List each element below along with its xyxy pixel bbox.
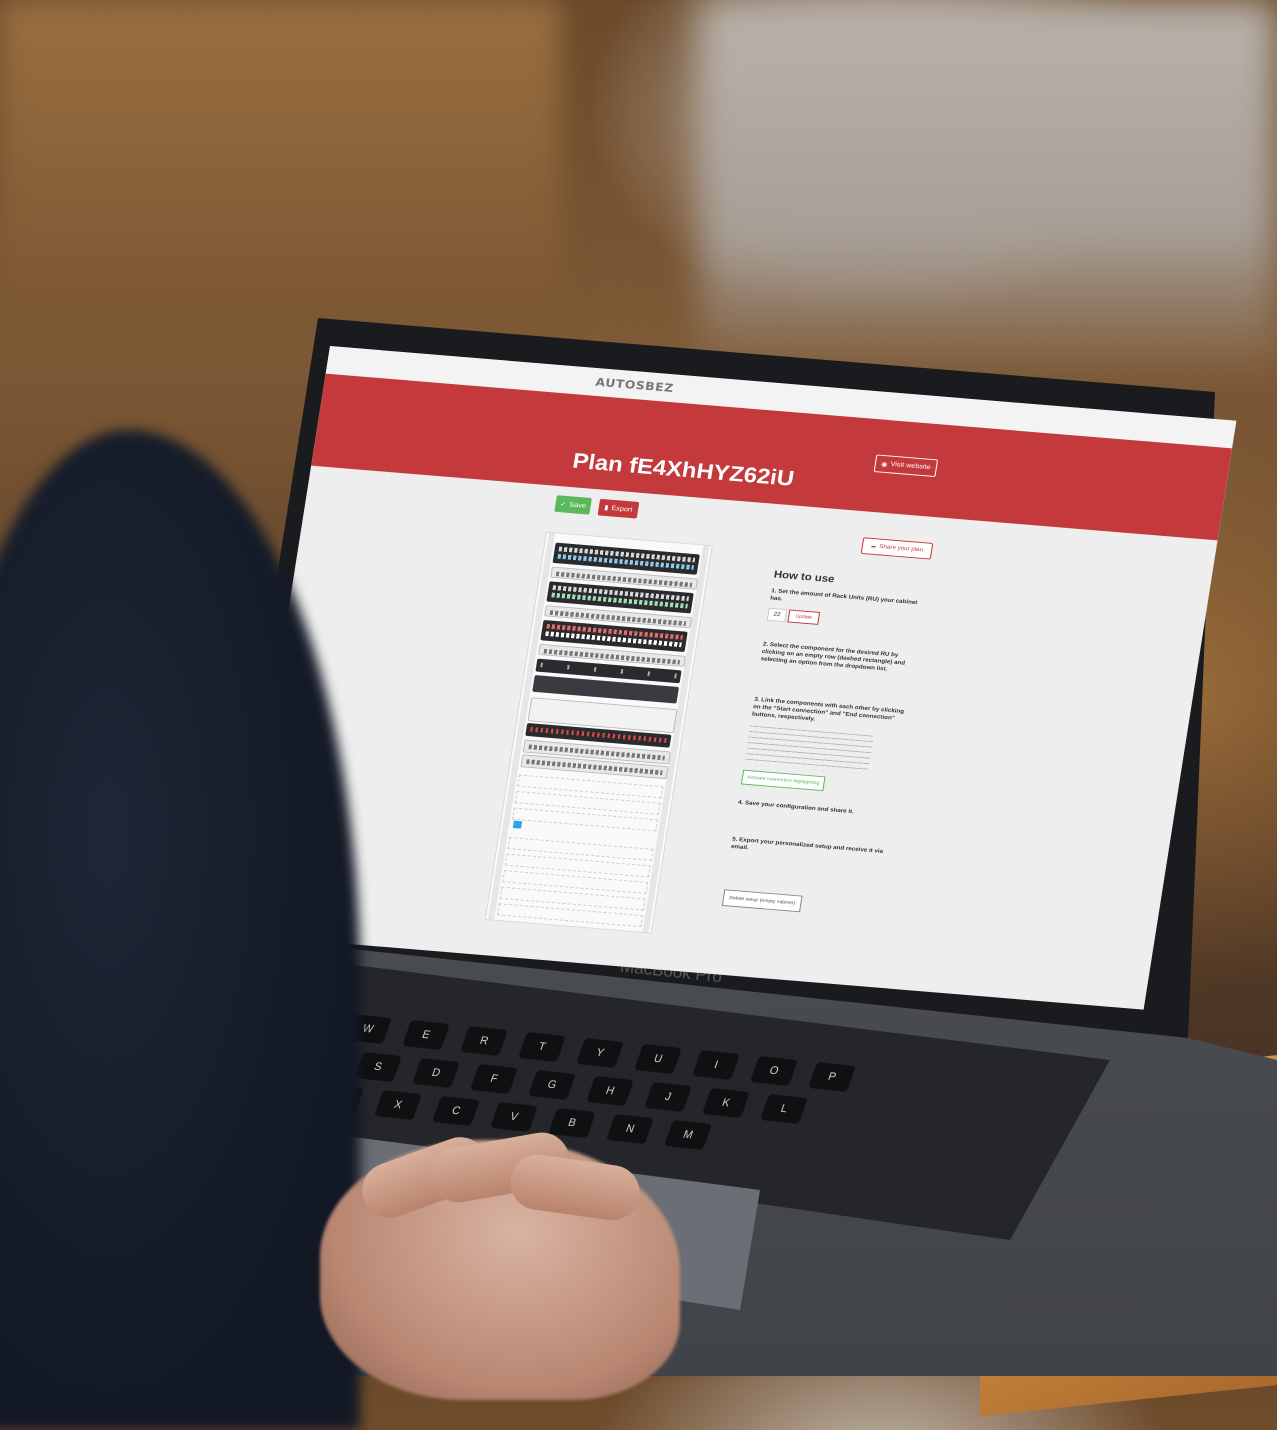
web-app: AUTOSBEZ Plan fE4XhHYZ62iU ◉ Visit websi… xyxy=(237,346,1237,1010)
rack-cabinet[interactable] xyxy=(484,531,713,934)
plan-title: Plan fE4XhHYZ62iU xyxy=(570,448,796,491)
check-icon: ✓ xyxy=(559,501,567,509)
share-plan-button[interactable]: ➦ Share your plan xyxy=(860,537,934,560)
visit-website-label: Visit website xyxy=(890,461,932,472)
selected-marker xyxy=(512,820,523,829)
globe-icon: ◉ xyxy=(880,460,888,468)
step-3-details xyxy=(744,725,874,775)
save-label: Save xyxy=(568,501,587,510)
background-shelf xyxy=(0,0,560,330)
share-label: Share your plan xyxy=(878,544,924,554)
connection-highlighting-button[interactable]: Activate connection highlighting xyxy=(740,769,826,792)
export-label: Export xyxy=(611,504,633,514)
logo[interactable]: AUTOSBEZ xyxy=(595,375,675,394)
step-5: 5. Export your personalized setup and re… xyxy=(730,836,884,855)
export-button[interactable]: ▮ Export xyxy=(597,498,640,519)
step-4: 4. Save your configuration and share it. xyxy=(737,800,855,816)
delete-setup-button[interactable]: Delete setup (empty cabinet) xyxy=(721,889,803,913)
background-wall xyxy=(700,0,1277,380)
file-icon: ▮ xyxy=(603,504,609,512)
save-button[interactable]: ✓ Save xyxy=(554,495,592,515)
visit-website-button[interactable]: ◉ Visit website xyxy=(873,454,939,478)
how-to-title: How to use xyxy=(773,569,836,586)
share-icon: ➦ xyxy=(870,543,877,550)
laptop-screen: AUTOSBEZ Plan fE4XhHYZ62iU ◉ Visit websi… xyxy=(237,346,1237,1010)
update-button[interactable]: Update xyxy=(787,609,821,625)
step-2: 2. Select the component for the desired … xyxy=(760,641,906,673)
step-3: 3. Link the components with each other b… xyxy=(751,696,905,723)
how-to-use-panel: How to use 1. Set the amount of Rack Uni… xyxy=(721,569,960,913)
rack-units-input[interactable]: 22 xyxy=(766,607,788,623)
